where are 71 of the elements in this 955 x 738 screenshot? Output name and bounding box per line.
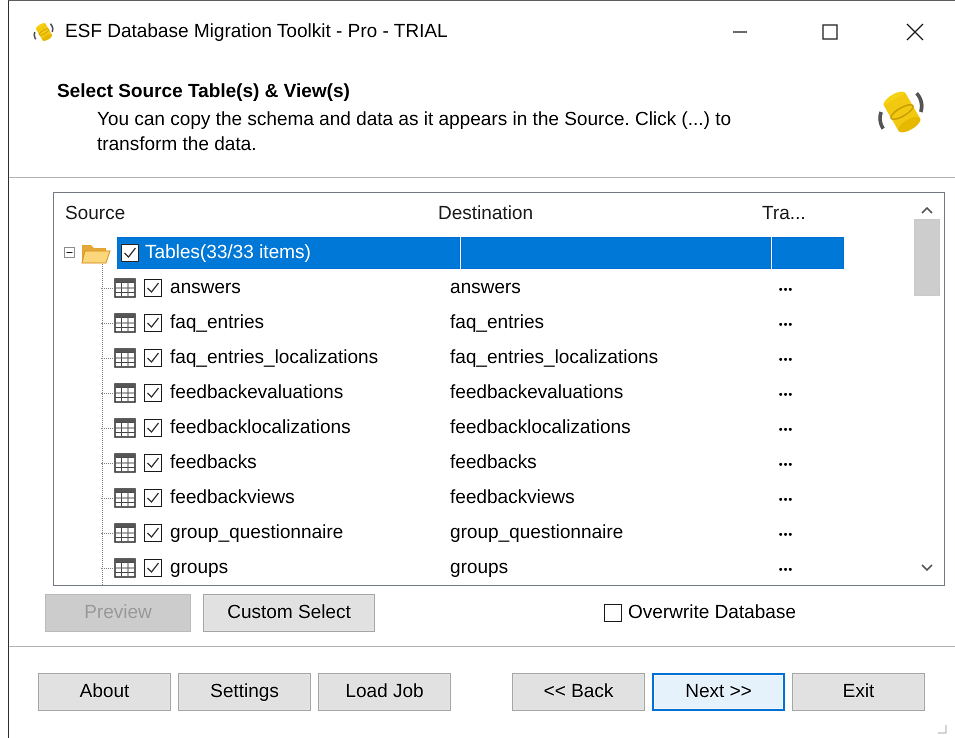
page-description: You can copy the schema and data as it appears in the Source. Click (...) to transform the data.: [97, 108, 732, 157]
destination-table-name: answers: [450, 276, 521, 298]
source-table-name: faq_entries: [170, 312, 264, 334]
checkbox[interactable]: [604, 604, 622, 622]
source-table-name: feedbacks: [170, 452, 257, 474]
destination-table-name: group_questionnaire: [450, 522, 624, 542]
source-table-name: group_questionnaire: [170, 522, 344, 544]
table-icon: [114, 522, 136, 542]
destination-table-name: faq_entries_localizations: [450, 346, 658, 368]
destination-table-name: feedbacklocalizations: [450, 416, 631, 438]
checkbox[interactable]: [144, 384, 162, 402]
table-icon: [114, 452, 136, 472]
dialog-button[interactable]: Load Job: [318, 673, 451, 711]
transform-button[interactable]: •••: [778, 528, 794, 540]
source-table-name: faq_entries_localizations: [170, 346, 378, 368]
destination-table-name: groups: [450, 556, 508, 578]
tree-row[interactable]: Tables(33/33 items): [117, 236, 461, 268]
table-icon: [114, 278, 136, 298]
table-icon: [114, 418, 136, 438]
source-table-name: answers: [170, 276, 241, 298]
source-table-name: feedbacklocalizations: [170, 416, 351, 438]
checkbox[interactable]: [144, 314, 162, 332]
source-table-name: feedbackevaluations: [170, 382, 344, 404]
table-icon: [114, 348, 136, 368]
table-icon: [114, 558, 136, 578]
transform-button[interactable]: •••: [778, 458, 794, 470]
checkbox[interactable]: [144, 524, 162, 542]
maximize-icon[interactable]: [822, 24, 838, 40]
dialog-button[interactable]: About: [38, 673, 171, 711]
transform-button[interactable]: •••: [778, 318, 794, 330]
custom-select-button[interactable]: Custom Select: [203, 594, 375, 632]
collapse-icon[interactable]: [64, 247, 75, 258]
resize-grip-icon[interactable]: [935, 722, 947, 734]
transform-button[interactable]: •••: [778, 284, 794, 296]
destination-table-name: feedbacks: [450, 452, 537, 472]
destination-table-name: feedbackviews: [450, 486, 575, 508]
checkbox[interactable]: [144, 348, 162, 366]
column-header[interactable]: Destination: [438, 203, 750, 225]
dialog-button[interactable]: Settings: [178, 673, 311, 711]
scroll-down-icon[interactable]: [920, 563, 934, 573]
scroll-up-icon[interactable]: [920, 205, 934, 215]
tables-folder-label: Tables(33/33 items): [145, 242, 311, 264]
dialog-button[interactable]: << Back: [512, 673, 645, 711]
destination-table-name: faq_entries: [450, 312, 544, 332]
dialog-button[interactable]: Next >>: [652, 673, 785, 711]
close-icon[interactable]: [906, 23, 924, 41]
checkbox[interactable]: [144, 558, 162, 576]
destination-table-name: feedbackevaluations: [450, 382, 624, 402]
column-header[interactable]: Source: [54, 203, 438, 225]
table-icon: [114, 312, 136, 332]
table-icon: [114, 382, 136, 402]
table-icon: [114, 488, 136, 508]
transform-button[interactable]: •••: [778, 354, 794, 366]
column-header[interactable]: Tra...: [750, 203, 834, 225]
app-icon: [33, 21, 55, 43]
transform-button[interactable]: •••: [778, 388, 794, 400]
checkbox-label: Overwrite Database: [628, 602, 796, 624]
checkbox[interactable]: [144, 278, 162, 296]
source-table-name: feedbackviews: [170, 486, 295, 508]
scrollbar-thumb[interactable]: [914, 219, 940, 296]
dialog-button[interactable]: Exit: [792, 673, 925, 711]
transform-button[interactable]: •••: [778, 564, 794, 576]
window-title: ESF Database Migration Toolkit - Pro - TRIAL: [65, 21, 449, 43]
checkbox[interactable]: [144, 454, 162, 472]
checkbox[interactable]: [144, 488, 162, 506]
checkbox[interactable]: [144, 418, 162, 436]
checkbox[interactable]: [121, 244, 139, 262]
transform-button[interactable]: •••: [778, 424, 794, 436]
page-heading: Select Source Table(s) & View(s): [57, 81, 351, 103]
transform-button[interactable]: •••: [778, 494, 794, 506]
source-table-name: groups: [170, 556, 228, 578]
